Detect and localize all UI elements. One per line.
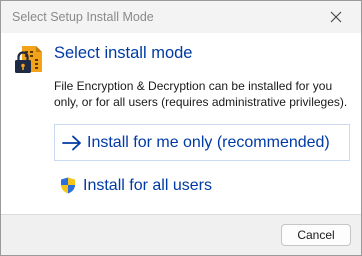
install-for-me-only-button[interactable]: Install for me only (recommended) [54, 124, 350, 161]
uac-shield-icon [61, 177, 75, 194]
arrow-right-icon [62, 135, 81, 151]
button-bar: Cancel [1, 214, 361, 255]
setup-dialog: Select Setup Install Mode Select install… [0, 0, 362, 256]
install-for-all-users-button[interactable]: Install for all users [54, 175, 254, 197]
title-bar: Select Setup Install Mode [1, 1, 361, 33]
install-for-me-only-label: Install for me only (recommended) [87, 134, 330, 151]
cancel-button[interactable]: Cancel [281, 224, 351, 246]
install-description: File Encryption & Decryption can be inst… [54, 79, 348, 109]
page-title: Select install mode [54, 44, 193, 62]
close-button[interactable] [316, 5, 356, 29]
close-icon [330, 11, 342, 23]
window-title: Select Setup Install Mode [12, 10, 154, 24]
install-for-all-users-label: Install for all users [83, 177, 212, 194]
dialog-content: Select install mode File Encryption & De… [1, 33, 361, 214]
folder-lock-icon [15, 46, 42, 73]
